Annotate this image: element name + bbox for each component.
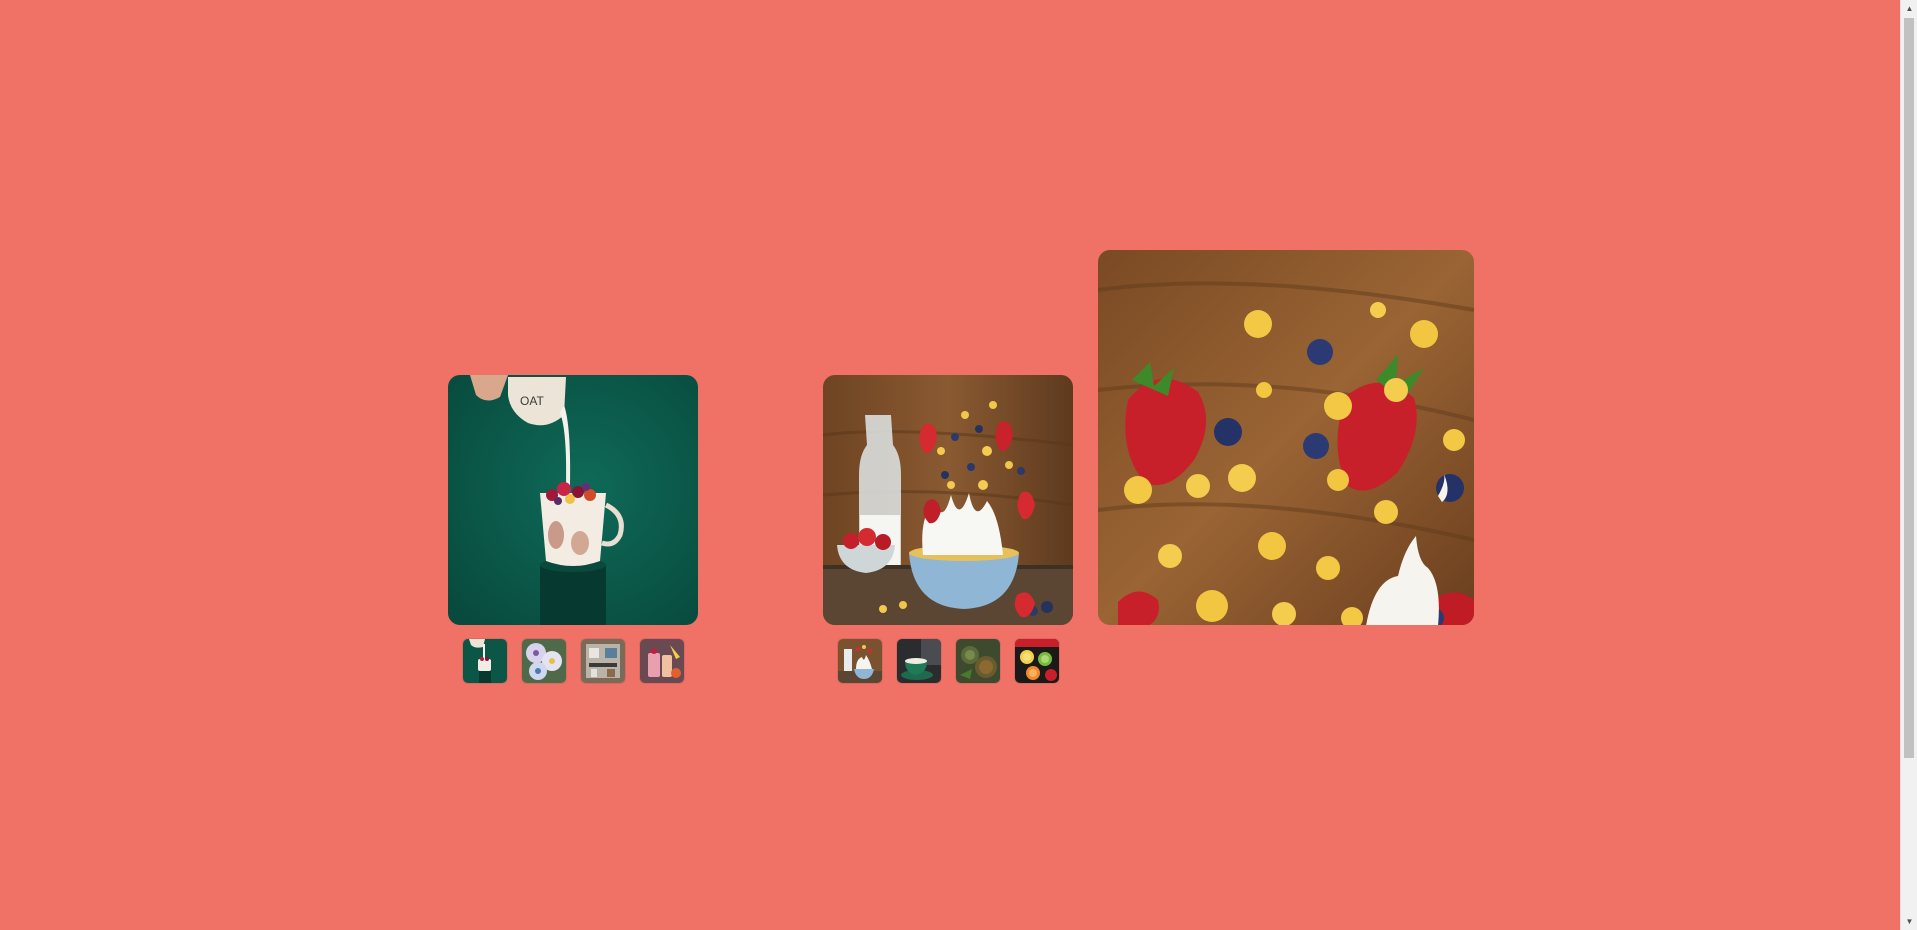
svg-text:OAT: OAT bbox=[520, 394, 544, 408]
chevron-up-icon[interactable]: ▲ bbox=[1901, 0, 1917, 17]
milk-pouring-cereal-mug-thumbnail bbox=[463, 639, 507, 683]
chevron-down-icon[interactable]: ▼ bbox=[1901, 913, 1917, 930]
cornflakes-splash-bowl-thumbnail bbox=[838, 639, 882, 683]
thumbnail-cornflakes-splash[interactable] bbox=[838, 639, 882, 683]
herbal-tea-thumbnail bbox=[956, 639, 1000, 683]
fruit-smoothie-thumbnail bbox=[640, 639, 684, 683]
kitchen-shelf-thumbnail bbox=[581, 639, 625, 683]
thumbnail-kitchen-shelf[interactable] bbox=[581, 639, 625, 683]
gallery-left-thumbnails bbox=[463, 639, 684, 683]
vertical-scrollbar[interactable]: ▲ ▼ bbox=[1900, 0, 1917, 930]
gallery-right-thumbnails bbox=[838, 639, 1059, 683]
thumbnail-milk-pouring[interactable] bbox=[463, 639, 507, 683]
thumbnail-yogurt-bowls[interactable] bbox=[522, 639, 566, 683]
cornflakes-splash-bowl-image bbox=[823, 375, 1073, 625]
fruit-slices-thumbnail bbox=[1015, 639, 1059, 683]
yogurt-bowls-thumbnail bbox=[522, 639, 566, 683]
scrollbar-thumb[interactable] bbox=[1904, 18, 1914, 758]
milk-pouring-cereal-mug-image: OAT bbox=[448, 375, 698, 625]
cornflakes-strawberries-closeup-image bbox=[1098, 250, 1474, 625]
thumbnail-fruit-slices[interactable] bbox=[1015, 639, 1059, 683]
thumbnail-fruit-smoothie[interactable] bbox=[640, 639, 684, 683]
thumbnail-green-coffee-cup[interactable] bbox=[897, 639, 941, 683]
green-coffee-cup-thumbnail bbox=[897, 639, 941, 683]
thumbnail-herbal-tea[interactable] bbox=[956, 639, 1000, 683]
gallery-right-enlarged-preview[interactable] bbox=[1098, 250, 1474, 625]
gallery-right-main-image[interactable] bbox=[823, 375, 1073, 625]
page: OAT ▲ ▼ bbox=[0, 0, 1917, 930]
gallery-left-main-image[interactable]: OAT bbox=[448, 375, 698, 625]
